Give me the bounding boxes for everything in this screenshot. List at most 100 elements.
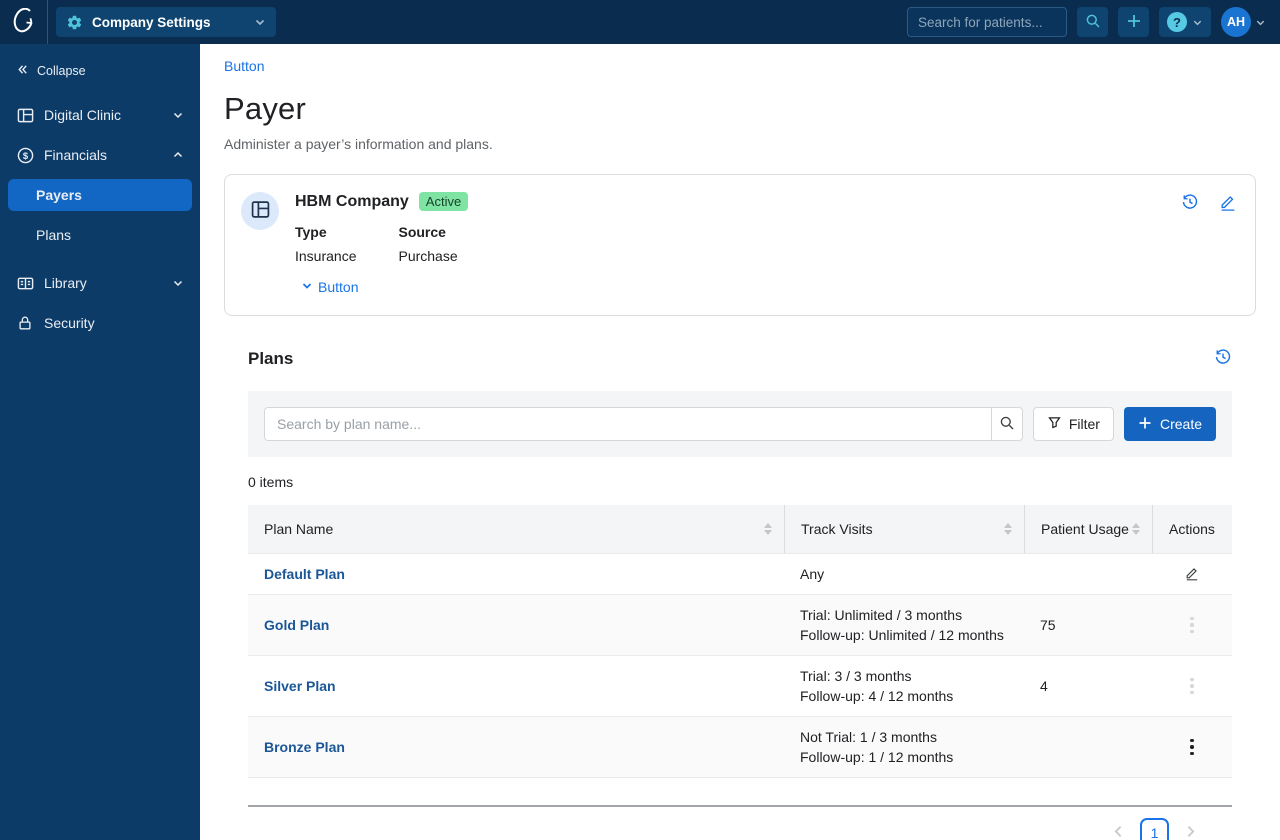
plans-heading: Plans [248,348,294,368]
track-visits-line: Follow-up: Unlimited / 12 months [800,627,1004,643]
chevron-left-icon [1111,824,1126,840]
payer-history-button[interactable] [1181,193,1199,214]
sidebar-collapse-button[interactable]: Collapse [0,57,200,85]
breadcrumb-button-link[interactable]: Button [224,58,264,74]
table-row: Gold Plan Trial: Unlimited / 3 months Fo… [248,594,1232,655]
patient-search-button[interactable] [1077,7,1108,37]
help-icon: ? [1167,12,1187,32]
svg-text:$: $ [22,150,28,161]
chevron-down-icon [1192,17,1203,28]
sidebar-item-library[interactable]: Library [0,267,200,299]
column-header-plan-name[interactable]: Plan Name [248,505,784,553]
plan-name-link[interactable]: Silver Plan [264,678,336,694]
lock-icon [16,315,34,331]
patient-search-input[interactable] [907,7,1067,37]
sidebar: Collapse Digital Clinic $ Financials Pay… [0,44,200,840]
table-row: Silver Plan Trial: 3 / 3 months Follow-u… [248,655,1232,716]
history-icon [1181,193,1199,214]
collapse-label: Collapse [37,64,86,78]
page-title: Payer [224,91,306,126]
create-label: Create [1159,416,1202,432]
patient-usage-value [1024,564,1152,584]
app-logo[interactable] [0,0,48,44]
patient-usage-value: 4 [1040,678,1048,694]
payer-source-field: Source Purchase [398,224,457,264]
edit-pencil-icon [1219,193,1237,214]
table-row: Bronze Plan Not Trial: 1 / 3 months Foll… [248,716,1232,777]
book-icon [16,275,34,292]
column-header-track-visits[interactable]: Track Visits [784,505,1024,553]
plans-history-button[interactable] [1214,348,1232,369]
payer-edit-button[interactable] [1219,193,1237,214]
track-visits-line: Any [800,566,825,582]
add-button[interactable] [1118,7,1149,37]
user-menu[interactable]: AH [1221,7,1266,37]
row-menu-button[interactable] [1186,735,1198,760]
filter-label: Filter [1068,416,1100,432]
card-expand-button[interactable]: Button [301,279,468,295]
plans-section: Plans Filter [248,348,1232,840]
plan-search-input[interactable] [264,407,991,441]
sidebar-item-plans[interactable]: Plans [8,219,192,251]
source-value: Purchase [398,248,458,264]
column-header-patient-usage[interactable]: Patient Usage [1024,505,1152,553]
chevron-down-icon [254,16,266,28]
layout-icon [16,107,34,124]
next-page-button[interactable] [1183,824,1198,840]
logo-swoosh-icon [11,7,37,37]
plan-search-button[interactable] [990,407,1023,441]
payer-avatar [241,192,279,230]
chevron-up-icon [172,149,184,161]
plans-table: Plan Name Track Visits Patient Usage Act… [248,505,1232,807]
main-content: Button Payer Administer a payer’s inform… [200,44,1280,840]
plus-icon [1138,416,1152,433]
type-value: Insurance [295,248,357,264]
page-subtitle: Administer a payer’s information and pla… [224,136,493,152]
previous-page-button[interactable] [1111,824,1126,840]
sidebar-item-security[interactable]: Security [0,307,200,339]
row-edit-button[interactable] [1184,565,1200,584]
sidebar-item-digital-clinic[interactable]: Digital Clinic [0,99,200,131]
funnel-icon [1047,415,1062,433]
card-expand-label: Button [318,279,359,295]
sort-icon [764,523,772,535]
plan-name-link[interactable]: Gold Plan [264,617,329,633]
payer-card: HBM Company Active Type Insurance Source… [224,174,1256,316]
top-navbar: Company Settings ? AH [0,0,1280,44]
gear-icon [66,14,83,31]
help-dropdown[interactable]: ? [1159,7,1211,37]
plan-name-link[interactable]: Bronze Plan [264,739,345,755]
sidebar-item-financials[interactable]: $ Financials [0,139,200,171]
type-label: Type [295,224,327,240]
patient-usage-value: 75 [1040,617,1056,633]
sidebar-item-payers[interactable]: Payers [8,179,192,211]
track-visits-line: Trial: 3 / 3 months [800,668,912,684]
plans-toolbar: Filter Create [248,391,1232,457]
sidebar-item-label: Security [44,315,95,331]
page-number-button[interactable]: 1 [1140,818,1169,840]
status-badge: Active [418,192,469,211]
sidebar-item-label: Plans [36,227,72,243]
sidebar-item-label: Financials [44,147,108,163]
column-header-actions: Actions [1152,505,1232,553]
filter-button[interactable]: Filter [1032,407,1114,441]
sort-icon [1004,523,1012,535]
pagination: 1 [248,818,1232,840]
sort-icon [1132,523,1140,535]
sidebar-item-label: Payers [36,187,82,203]
patient-usage-value [1024,737,1152,757]
edit-pencil-icon [1184,565,1200,584]
track-visits-line: Trial: Unlimited / 3 months [800,607,963,623]
create-button[interactable]: Create [1123,407,1216,441]
row-menu-button [1186,674,1198,699]
chevron-down-icon [1255,17,1266,28]
row-menu-button [1186,613,1198,638]
company-settings-dropdown[interactable]: Company Settings [56,7,276,37]
items-count: 0 items [248,474,294,490]
table-row: Default Plan Any [248,553,1232,594]
double-chevron-left-icon [16,63,29,79]
history-icon [1214,348,1232,369]
payer-type-field: Type Insurance [295,224,356,264]
plan-name-link[interactable]: Default Plan [264,566,345,582]
company-settings-label: Company Settings [92,14,211,30]
